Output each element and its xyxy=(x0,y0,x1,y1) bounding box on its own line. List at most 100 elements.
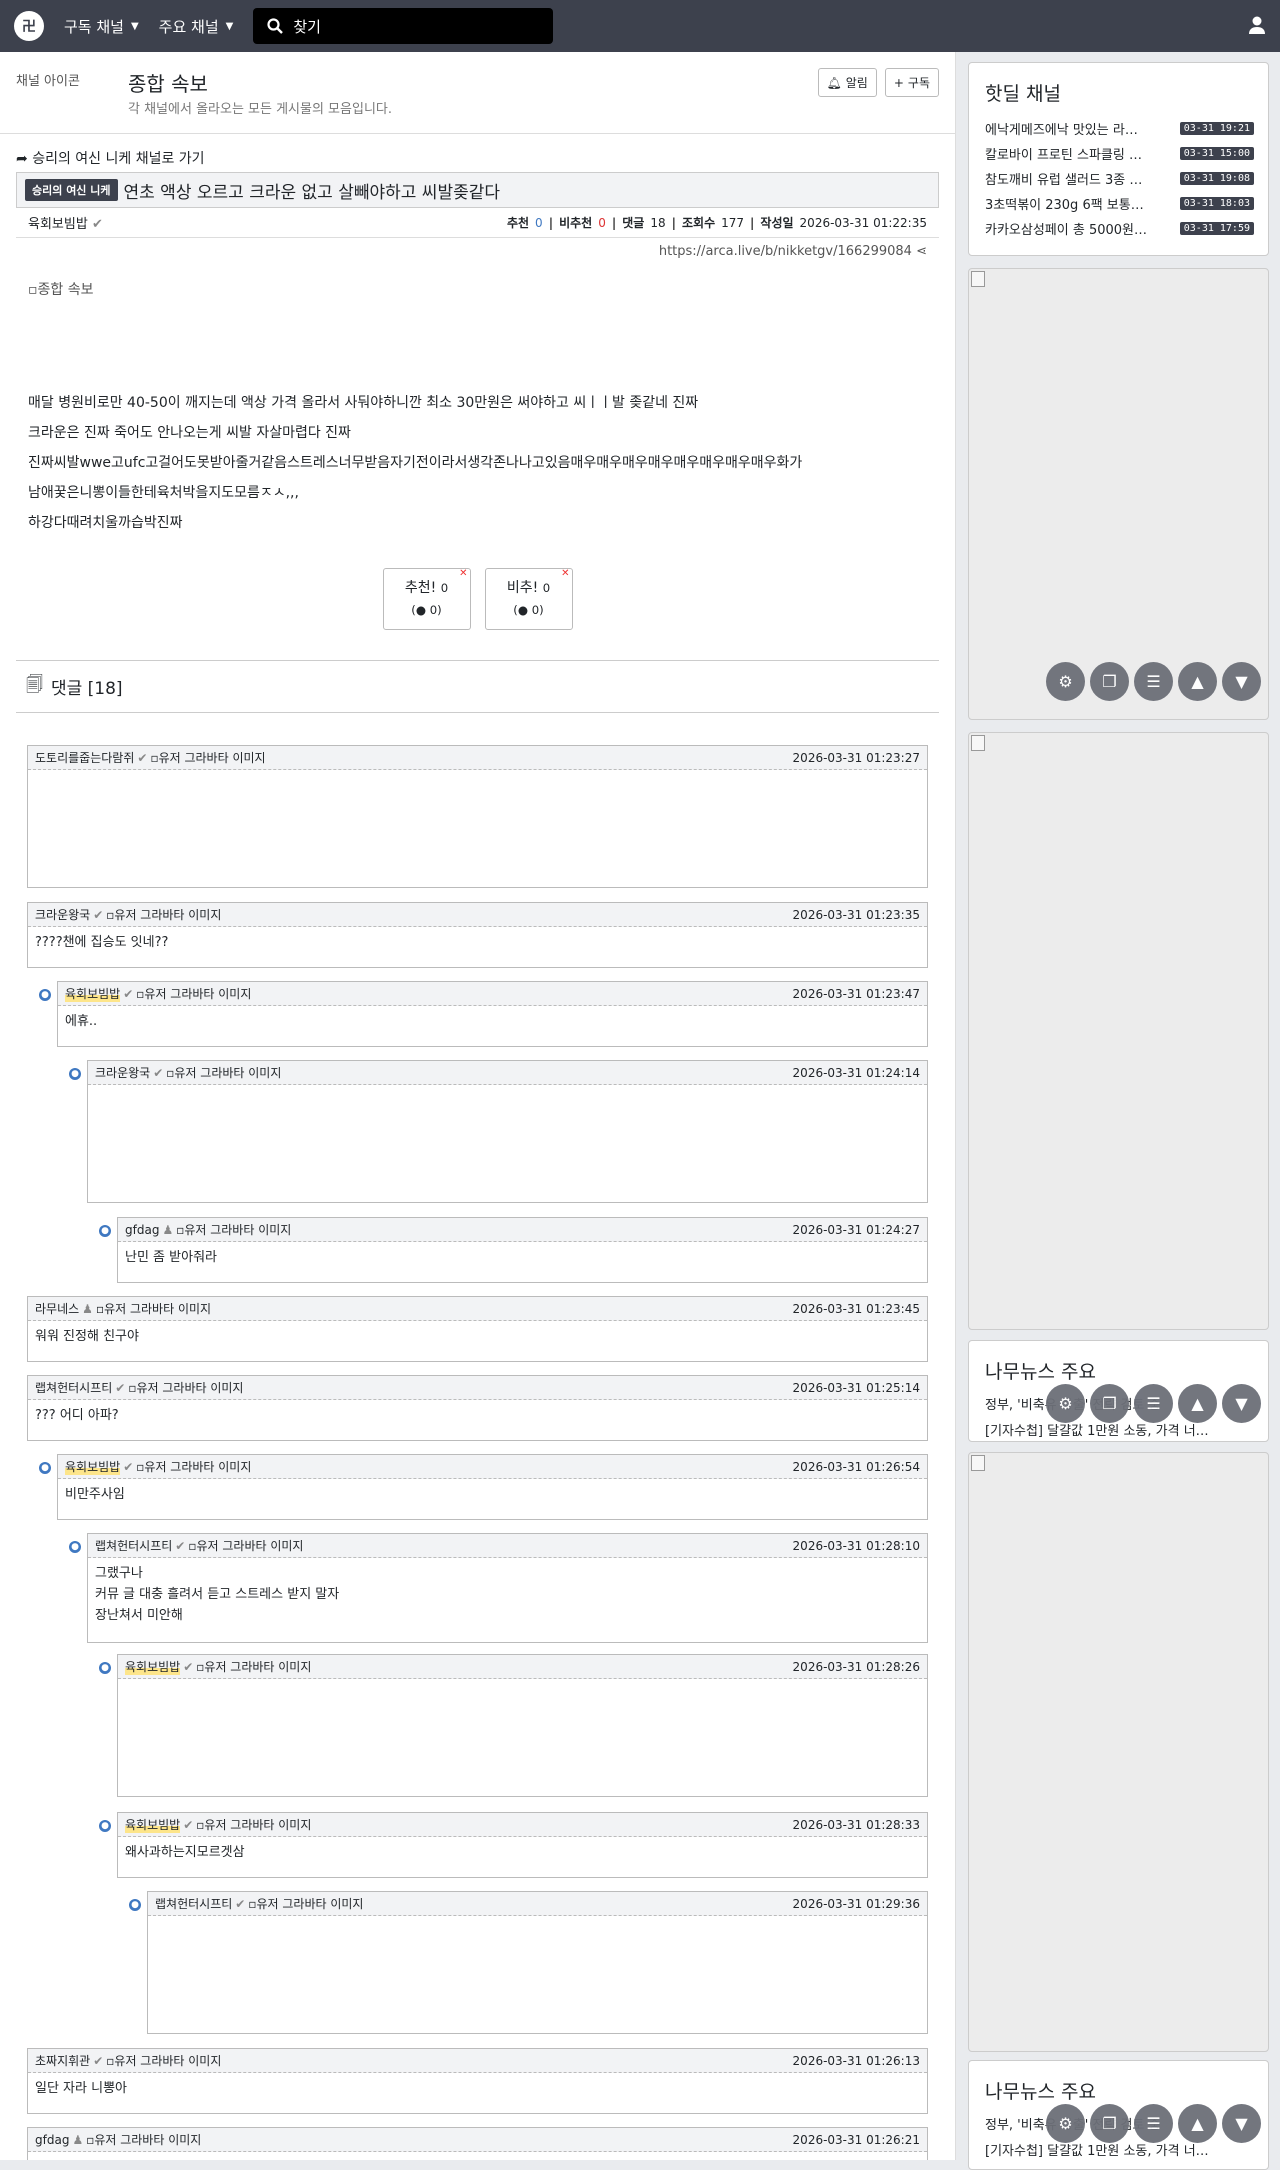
cmt-count: 18 xyxy=(650,215,666,230)
comment-author[interactable]: 랩쳐헌터시프티 ✔︎ ▫유저 그라바타 이미지 xyxy=(95,1537,303,1554)
rec-count: 0 xyxy=(535,215,543,230)
list-icon[interactable]: ☰ xyxy=(1134,662,1173,701)
share-icon[interactable]: ⋖ xyxy=(916,244,927,259)
unrec-count: 0 xyxy=(598,215,606,230)
comment-body: 에휴.. xyxy=(65,1014,98,1029)
reply-icon: ● xyxy=(99,1225,111,1237)
hotdeal-item[interactable]: 카카오삼성페이 총 5000원… 03-31 17:59 xyxy=(969,216,1268,241)
scroll-down-icon[interactable]: ▼ xyxy=(1222,662,1261,701)
news-item[interactable]: [기자수첩] 달걀값 1만원 소동, 가격 너… xyxy=(969,1420,1268,1441)
comment-body xyxy=(118,1679,927,1689)
gear-icon[interactable]: ⚙ xyxy=(1046,2104,1085,2143)
comment-author[interactable]: 크라운왕국 ✔︎ ▫유저 그라바타 이미지 xyxy=(95,1064,281,1081)
hotdeal-item[interactable]: 에낙게메즈에낙 맛있는 라… 03-31 19:21 xyxy=(969,116,1268,141)
main-channels-menu[interactable]: 주요 채널 ▼ xyxy=(159,16,234,37)
hotdeal-item[interactable]: 3초떡볶이 230g 6팩 보통… 03-31 18:03 xyxy=(969,191,1268,216)
ad-banner[interactable] xyxy=(968,268,1269,720)
comment-body xyxy=(148,1916,927,1926)
channel-icon: 채널 아이콘 xyxy=(16,74,80,89)
verified-icon: ✔︎ xyxy=(93,907,104,922)
comment-author[interactable]: 도토리를줍는다람쥐 ✔︎ ▫유저 그라바타 이미지 xyxy=(35,749,266,766)
category-badge[interactable]: 승리의 여신 니케 xyxy=(25,179,118,201)
copy-icon[interactable]: ❐ xyxy=(1090,2104,1129,2143)
copy-icon[interactable]: ❐ xyxy=(1090,1384,1129,1423)
comment: 크라운왕국 ✔︎ ▫유저 그라바타 이미지 2026-03-31 01:23:35??… xyxy=(27,902,928,968)
alarm-button[interactable]: 🔔︎ 알림 xyxy=(817,68,877,97)
upvote-button[interactable]: ✕ 추천! 0 (● 0) xyxy=(382,568,471,630)
scroll-down-icon[interactable]: ▼ xyxy=(1222,1384,1261,1423)
hotdeal-item-title: 3초떡볶이 230g 6팩 보통… xyxy=(985,198,1144,213)
comment-body xyxy=(28,770,927,780)
search-input[interactable]: 찾기 xyxy=(253,8,554,44)
comment-author[interactable]: 랩쳐헌터시프티 ✔︎ ▫유저 그라바타 이미지 xyxy=(155,1895,363,1912)
unrec-label: 비추천 xyxy=(559,216,593,230)
article-date: 2026-03-31 01:22:35 xyxy=(799,215,927,230)
hotdeal-title[interactable]: 핫딜 채널 xyxy=(969,63,1268,116)
comment-author[interactable]: gfdag ♟ ▫유저 그라바타 이미지 xyxy=(125,1221,291,1238)
scroll-up-icon[interactable]: ▲ xyxy=(1178,2104,1217,2143)
comment-header: 크라운왕국 ✔︎ ▫유저 그라바타 이미지 2026-03-31 01:23:35 xyxy=(28,903,927,927)
hotdeal-item-time: 03-31 19:21 xyxy=(1179,122,1254,135)
comment-author[interactable]: 육회보빔밥 ✔︎ ▫유저 그라바타 이미지 xyxy=(65,985,251,1002)
site-logo-icon[interactable]: 卍 xyxy=(14,11,44,41)
reply-icon: ● xyxy=(39,1462,51,1474)
avatar: ▫유저 그라바타 이미지 xyxy=(196,1818,312,1832)
comment-author[interactable]: 육회보빔밥 ✔︎ ▫유저 그라바타 이미지 xyxy=(65,1458,251,1475)
verified-icon: ✔︎ xyxy=(153,1065,164,1080)
hotdeal-item-time: 03-31 18:03 xyxy=(1179,197,1254,210)
subscribed-channels-menu[interactable]: 구독 채널 ▼ xyxy=(64,16,139,37)
comment-author[interactable]: 초짜지휘관 ✔︎ ▫유저 그라바타 이미지 xyxy=(35,2052,221,2069)
scroll-up-icon[interactable]: ▲ xyxy=(1178,1384,1217,1423)
hotdeal-item-time: 03-31 19:08 xyxy=(1179,172,1254,185)
copy-icon[interactable]: ❐ xyxy=(1090,662,1129,701)
hotdeal-item[interactable]: 참도깨비 유럽 샐러드 3종 … 03-31 19:08 xyxy=(969,166,1268,191)
comment-body: ????챈에 집승도 잇네?? xyxy=(35,935,169,950)
gear-icon[interactable]: ⚙ xyxy=(1046,662,1085,701)
comment: 육회보빔밥 ✔︎ ▫유저 그라바타 이미지 2026-03-31 01:28:33 왜사… xyxy=(117,1812,928,1878)
comment-author[interactable]: 랩쳐헌터시프티 ✔︎ ▫유저 그라바타 이미지 xyxy=(35,1379,243,1396)
scroll-down-icon[interactable]: ▼ xyxy=(1222,2104,1261,2143)
avatar: ▫유저 그라바타 이미지 xyxy=(176,1223,292,1237)
list-icon[interactable]: ☰ xyxy=(1134,1384,1173,1423)
bell-icon: 🔔︎ xyxy=(826,75,842,90)
comment-date: 2026-03-31 01:28:26 xyxy=(792,1659,920,1674)
gear-icon[interactable]: ⚙ xyxy=(1046,1384,1085,1423)
comment-header: 라무네스 ♟ ▫유저 그라바타 이미지 2026-03-31 01:23:45 xyxy=(28,1297,927,1321)
subscribe-button[interactable]: + 구독 xyxy=(884,68,939,97)
ad-banner[interactable] xyxy=(968,732,1269,1330)
avatar: ▫유저 그라바타 이미지 xyxy=(95,1302,212,1316)
author-name: 육회보빔밥 xyxy=(28,217,88,232)
comment-date: 2026-03-31 01:26:21 xyxy=(792,2132,920,2147)
downvote-button[interactable]: ✕ 비추! 0 (● 0) xyxy=(484,568,573,630)
comment-header: 육회보빔밥 ✔︎ ▫유저 그라바타 이미지 2026-03-31 01:28:33 xyxy=(118,1813,927,1837)
date-label: 작성일 xyxy=(760,216,794,230)
comment: 도토리를줍는다람쥐 ✔︎ ▫유저 그라바타 이미지 2026-03-31 01:23:… xyxy=(27,745,928,888)
scroll-up-icon[interactable]: ▲ xyxy=(1178,662,1217,701)
body-line: 크라운은 진짜 죽어도 안나오는게 씨발 자살마렵다 진짜 xyxy=(28,425,351,441)
comment-date: 2026-03-31 01:23:27 xyxy=(792,750,920,765)
user-icon[interactable] xyxy=(1246,14,1268,36)
comment-author[interactable]: gfdag ♟ ▫유저 그라바타 이미지 xyxy=(35,2131,201,2148)
article-author[interactable]: 육회보빔밥 ✔︎ xyxy=(28,213,103,232)
comment-author[interactable]: 육회보빔밥 ✔︎ ▫유저 그라바타 이미지 xyxy=(125,1658,311,1675)
channel-title[interactable]: 종합 속보 xyxy=(128,68,208,97)
comment-author[interactable]: 육회보빔밥 ✔︎ ▫유저 그라바타 이미지 xyxy=(125,1816,311,1833)
goto-channel-link[interactable]: ➦ 승리의 여신 니케 채널로 가기 xyxy=(16,134,939,172)
comment-date: 2026-03-31 01:23:35 xyxy=(792,907,920,922)
news-item[interactable]: [기자수첩] 달걀값 1만원 소동, 가격 너… xyxy=(969,2140,1268,2166)
ad-banner[interactable] xyxy=(968,1452,1269,2052)
comment-date: 2026-03-31 01:23:47 xyxy=(792,986,920,1001)
comment-author-name: 육회보빔밥 xyxy=(125,1658,181,1675)
reply-icon: ● xyxy=(99,1820,111,1832)
upvote-count: 0 xyxy=(440,581,449,595)
avatar: ▫유저 그라바타 이미지 xyxy=(86,2133,202,2147)
comment-author[interactable]: 라무네스 ♟ ▫유저 그라바타 이미지 xyxy=(35,1300,211,1317)
comment-author-name: 랩쳐헌터시프티 xyxy=(95,1539,173,1553)
comment-body: 왜사과하는지모르겟삼 xyxy=(125,1845,245,1860)
article-url[interactable]: https://arca.live/b/nikketgv/166299084 ⋖ xyxy=(16,238,939,264)
hotdeal-item-title: 카카오삼성페이 총 5000원… xyxy=(985,223,1147,238)
hotdeal-item[interactable]: 칼로바이 프로틴 스파클링 … 03-31 15:00 xyxy=(969,141,1268,166)
comment-author[interactable]: 크라운왕국 ✔︎ ▫유저 그라바타 이미지 xyxy=(35,906,221,923)
comment-author-name: 크라운왕국 xyxy=(95,1066,151,1080)
list-icon[interactable]: ☰ xyxy=(1134,2104,1173,2143)
